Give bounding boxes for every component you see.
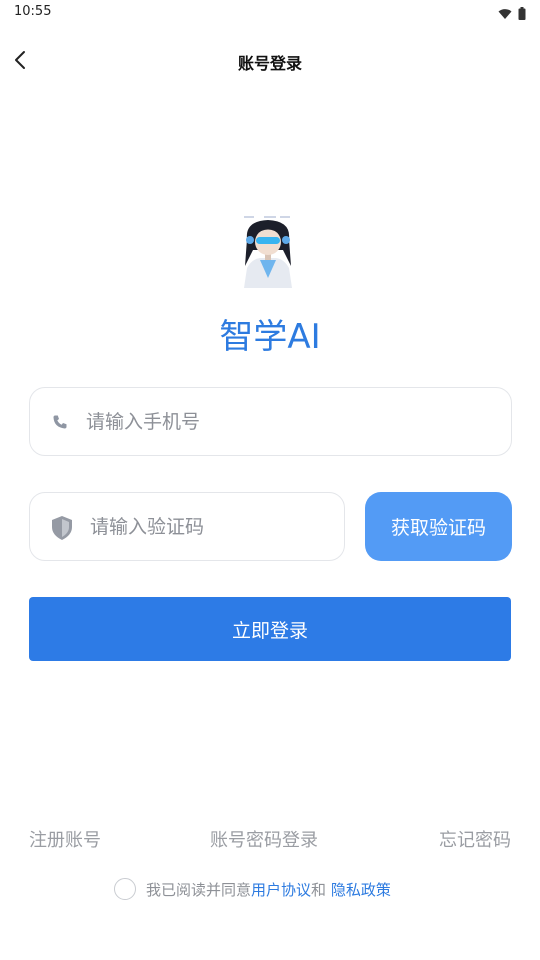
- phone-icon: [52, 414, 68, 430]
- app-logo-avatar: [240, 216, 296, 288]
- page-title: 账号登录: [237, 54, 302, 73]
- login-button[interactable]: 立即登录: [29, 597, 511, 661]
- user-agreement-link[interactable]: 用户协议: [251, 879, 311, 900]
- get-code-button[interactable]: 获取验证码: [365, 492, 512, 561]
- shield-icon: [50, 515, 74, 541]
- register-link[interactable]: 注册账号: [29, 826, 101, 852]
- verification-code-field[interactable]: [29, 492, 345, 561]
- status-bar: 10:55: [0, 0, 540, 24]
- status-icons: [498, 5, 526, 24]
- phone-input[interactable]: [86, 388, 496, 455]
- phone-field[interactable]: [29, 387, 512, 456]
- nav-bar: 账号登录: [0, 36, 540, 84]
- privacy-policy-link[interactable]: 隐私政策: [331, 879, 391, 900]
- verification-code-input[interactable]: [90, 493, 330, 560]
- forgot-password-link[interactable]: 忘记密码: [439, 826, 511, 852]
- agreement-prefix: 我已阅读并同意: [146, 880, 252, 899]
- agreement-and: 和: [311, 880, 331, 899]
- password-login-link[interactable]: 账号密码登录: [210, 826, 318, 852]
- battery-icon: [518, 5, 526, 24]
- agreement-row: 我已阅读并同意 用户协议 和 隐私政策: [114, 876, 391, 902]
- status-time: 10:55: [14, 4, 52, 19]
- agreement-checkbox[interactable]: [114, 878, 136, 900]
- wifi-icon: [498, 5, 512, 24]
- app-name: 智学AI: [219, 317, 321, 357]
